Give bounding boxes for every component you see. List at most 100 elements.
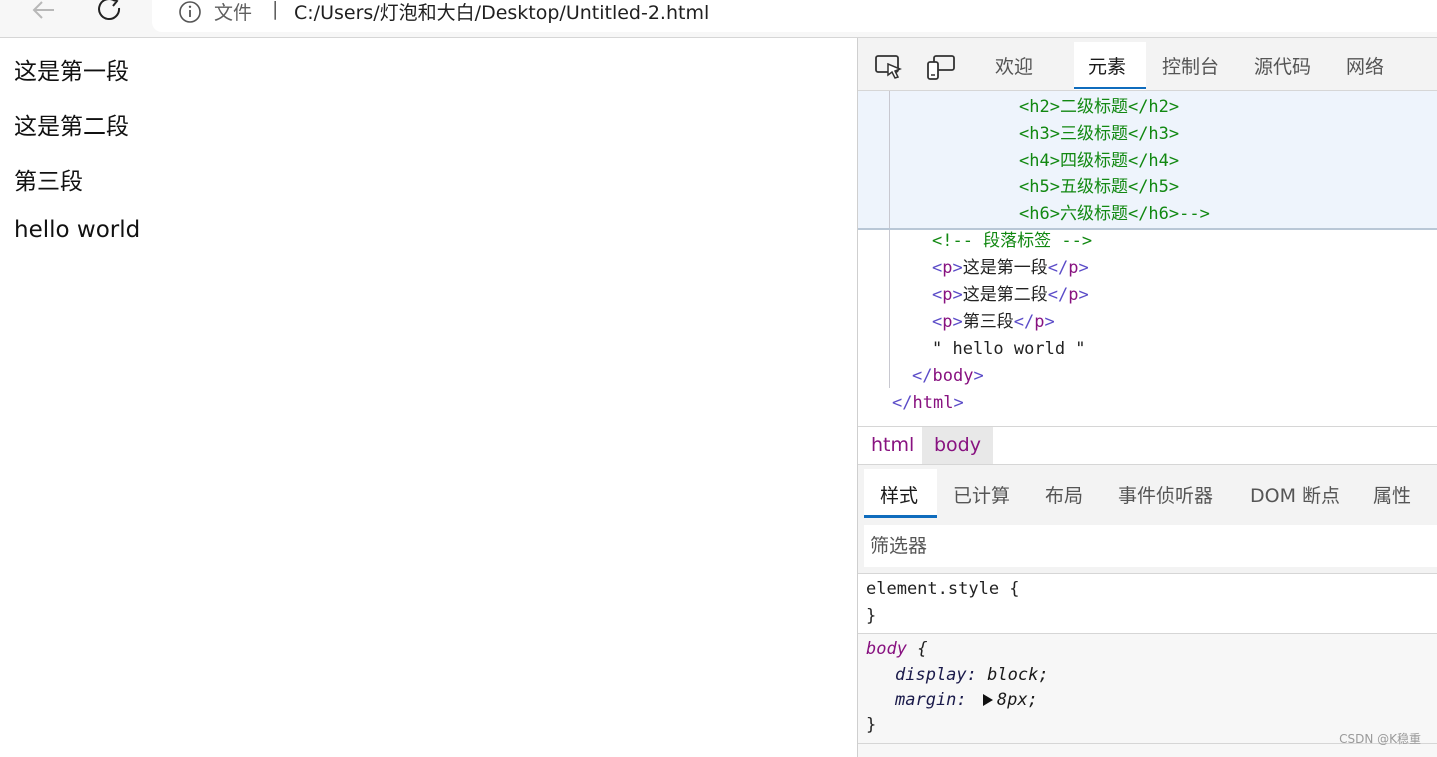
- active-tab-indicator: [1074, 87, 1146, 89]
- tag-bracket: >: [973, 366, 984, 386]
- tab-styles[interactable]: 样式: [880, 481, 918, 508]
- watermark: CSDN @K稳重: [1339, 732, 1421, 746]
- dom-p-node[interactable]: <p>这是第一段</p>: [932, 258, 1089, 278]
- css-colon: :: [966, 665, 988, 685]
- close-brace: }: [866, 606, 877, 626]
- heading-text: 四级标题: [1059, 151, 1128, 171]
- dom-html-close[interactable]: </html>: [892, 393, 964, 413]
- expand-triangle-icon[interactable]: [982, 694, 993, 706]
- css-semicolon: ;: [1027, 690, 1038, 710]
- tag-name: p: [942, 285, 953, 305]
- device-emulation-icon[interactable]: [926, 53, 956, 81]
- dom-body-close[interactable]: </body>: [912, 366, 984, 386]
- tag-name: p: [1034, 312, 1045, 332]
- tag-bracket: >: [1078, 285, 1089, 305]
- paragraph-1: 这是第一段: [14, 59, 129, 85]
- browser-toolbar: 文件 | C:/Users/灯泡和大白/Desktop/Untitled-2.h…: [0, 0, 1437, 38]
- dom-comment-line[interactable]: <h4>四级标题</h4>: [1019, 151, 1179, 171]
- dom-p-node[interactable]: <p>第三段</p>: [932, 312, 1055, 332]
- tag-bracket: >: [952, 285, 963, 305]
- active-tab-indicator: [864, 515, 937, 518]
- node-text: 第三段: [962, 312, 1014, 332]
- tab-event-listeners[interactable]: 事件侦听器: [1118, 481, 1213, 508]
- devtools-panel: 欢迎 元素 控制台 源代码 网络 <h2>二级标题</h2> <h3>三级标题<…: [858, 38, 1437, 757]
- dom-tree: <h2>二级标题</h2> <h3>三级标题</h3> <h4>四级标题</h4…: [858, 91, 1437, 426]
- tab-welcome[interactable]: 欢迎: [995, 52, 1033, 79]
- tag-name: p: [942, 312, 953, 332]
- heading-text: 五级标题: [1059, 177, 1128, 197]
- breadcrumb-html[interactable]: html: [864, 427, 921, 464]
- breadcrumb-body[interactable]: body: [922, 427, 993, 464]
- url-text[interactable]: C:/Users/灯泡和大白/Desktop/Untitled-2.html: [294, 0, 709, 25]
- dom-p-node[interactable]: <p>这是第二段</p>: [932, 285, 1089, 305]
- css-declaration-display[interactable]: display: block;: [895, 665, 1049, 685]
- tag-text: <h4>: [1019, 151, 1060, 171]
- body-style-rule[interactable]: body { display: block; margin: 8px; }: [858, 634, 1437, 744]
- node-text: 这是第二段: [962, 285, 1048, 305]
- back-button[interactable]: [28, 0, 60, 24]
- tag-text: </h2>: [1127, 97, 1180, 117]
- text-hello-world: hello world: [14, 217, 141, 243]
- css-value: 8px: [996, 690, 1028, 710]
- css-value: block: [987, 665, 1039, 685]
- css-semicolon: ;: [1038, 665, 1049, 685]
- indent-guide: [889, 230, 890, 388]
- close-brace: }: [866, 715, 877, 735]
- dom-text-node[interactable]: " hello world ": [932, 339, 1086, 359]
- page-viewport: 这是第一段 这是第二段 第三段 hello world: [0, 38, 857, 757]
- tab-computed[interactable]: 已计算: [953, 481, 1010, 508]
- filter-row: [858, 519, 1437, 573]
- tab-elements[interactable]: 元素: [1088, 52, 1126, 79]
- css-declaration-margin[interactable]: margin: 8px;: [895, 690, 1038, 710]
- tab-dom-breakpoints[interactable]: DOM 断点: [1250, 481, 1340, 508]
- tag-bracket: </: [1047, 258, 1069, 278]
- heading-text: 二级标题: [1059, 97, 1128, 117]
- body-selector-line: body {: [866, 639, 927, 659]
- open-brace: {: [906, 639, 928, 659]
- inspect-element-icon[interactable]: [874, 53, 904, 81]
- tag-bracket: >: [1044, 312, 1055, 332]
- tag-bracket: </: [892, 393, 913, 413]
- tag-name: html: [912, 393, 954, 413]
- tag-text: <h3>: [1019, 124, 1060, 144]
- arrow-left-icon: [32, 1, 54, 19]
- indent-guide: [889, 91, 890, 228]
- dom-comment-node[interactable]: <!-- 段落标签 -->: [932, 231, 1092, 251]
- paragraph-3: 第三段: [14, 169, 83, 195]
- tab-layout[interactable]: 布局: [1045, 481, 1083, 508]
- tag-bracket: <: [932, 285, 943, 305]
- styles-tab-bar: 样式 已计算 布局 事件侦听器 DOM 断点 属性: [858, 465, 1437, 519]
- css-property: margin: [895, 690, 957, 710]
- element-style-selector: element.style {: [866, 579, 1020, 599]
- info-icon[interactable]: [178, 0, 202, 24]
- dom-comment-line[interactable]: <h2>二级标题</h2>: [1019, 97, 1179, 117]
- dom-comment-line[interactable]: <h5>五级标题</h5>: [1019, 177, 1179, 197]
- tab-network[interactable]: 网络: [1346, 52, 1384, 79]
- tag-bracket: >: [953, 393, 964, 413]
- tag-text: <h5>: [1019, 177, 1060, 197]
- tag-name: p: [942, 258, 953, 278]
- tag-bracket: >: [952, 312, 963, 332]
- tag-bracket: </: [912, 366, 933, 386]
- dom-comment-line[interactable]: <h3>三级标题</h3>: [1019, 124, 1179, 144]
- element-style-rule[interactable]: element.style { }: [858, 573, 1437, 634]
- tag-text: <h6>: [1019, 204, 1060, 224]
- tag-name: body: [932, 366, 974, 386]
- node-text: 这是第一段: [962, 258, 1048, 278]
- tag-text: </h5>: [1127, 177, 1180, 197]
- reload-button[interactable]: [94, 0, 126, 24]
- dom-comment-line[interactable]: <h6>六级标题</h6>-->: [1019, 204, 1210, 224]
- tab-console[interactable]: 控制台: [1162, 52, 1219, 79]
- tag-bracket: <: [932, 312, 943, 332]
- css-selector: body: [866, 639, 907, 659]
- file-scheme-label: 文件: [214, 2, 253, 24]
- devtools-tab-bar: 欢迎 元素 控制台 源代码 网络: [858, 38, 1437, 91]
- css-property: display: [895, 665, 967, 685]
- breadcrumb: html body: [858, 426, 1437, 465]
- tab-sources[interactable]: 源代码: [1254, 52, 1311, 79]
- tab-properties[interactable]: 属性: [1373, 481, 1411, 508]
- tag-text: </h6>-->: [1127, 204, 1210, 224]
- tag-name: p: [1068, 285, 1079, 305]
- filter-input[interactable]: [864, 525, 1437, 567]
- paragraph-2: 这是第二段: [14, 114, 129, 140]
